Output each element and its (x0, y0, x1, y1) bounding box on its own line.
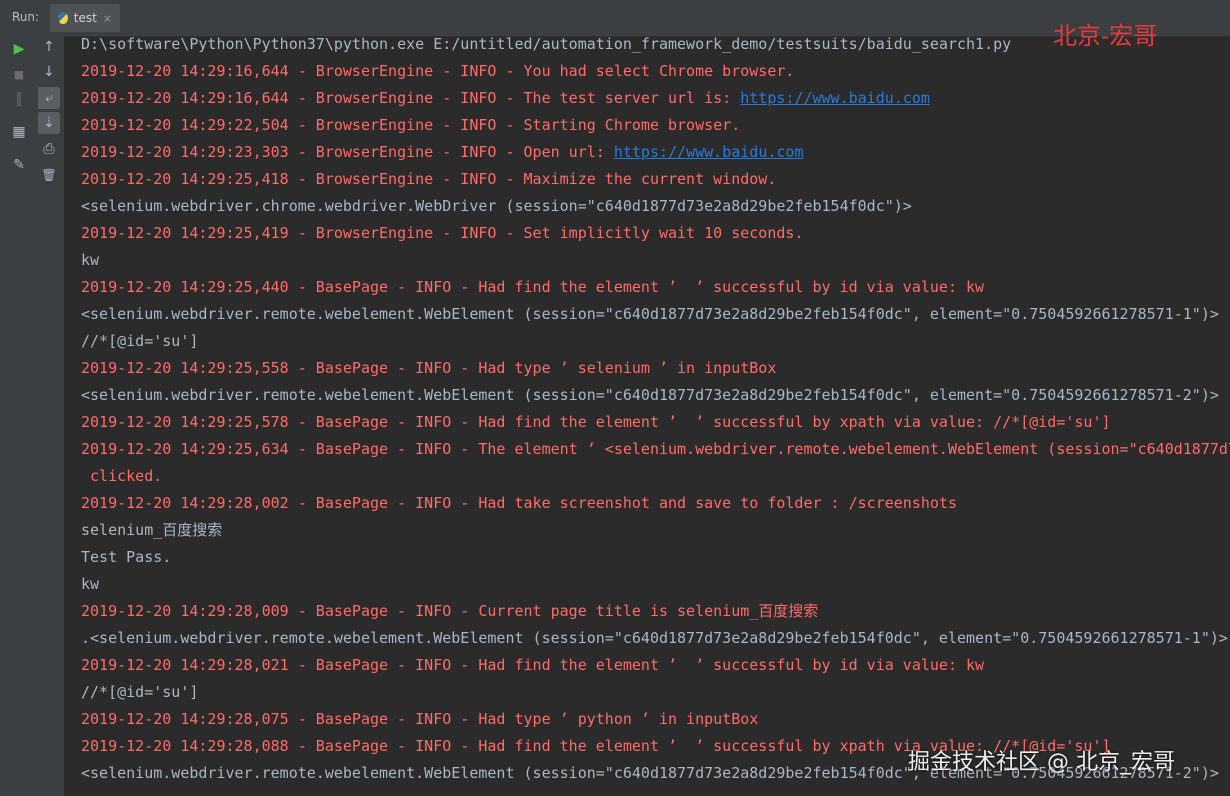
console-line: kw (81, 247, 99, 274)
console-line: kw (81, 571, 99, 598)
console-line: 2019-12-20 14:29:16,644 - BrowserEngine … (81, 58, 794, 85)
console-line-text: clicked. (81, 467, 163, 485)
console-line-text: 2019-12-20 14:29:25,634 - BasePage - INF… (81, 440, 1230, 458)
console-line: 2019-12-20 14:29:25,578 - BasePage - INF… (81, 409, 1111, 436)
console-output[interactable]: D:\software\Python\Python37\python.exe E… (64, 36, 1230, 796)
console-line-text: kw (81, 251, 100, 269)
console-line: //*[@id='su'] (81, 328, 198, 355)
console-line: //*[@id='su'] (81, 679, 198, 706)
console-line: clicked. (81, 463, 162, 490)
console-line-text: 2019-12-20 14:29:28,009 - BasePage - INF… (81, 602, 819, 620)
layout-icon[interactable]: ▦ (8, 121, 30, 143)
scroll-to-end-icon[interactable]: ⇣ (38, 112, 60, 134)
console-line: 2019-12-20 14:29:25,418 - BrowserEngine … (81, 166, 776, 193)
console-line: 2019-12-20 14:29:16,644 - BrowserEngine … (81, 85, 930, 112)
console-url-link[interactable]: https://www.baidu.com (614, 143, 804, 161)
trash-icon[interactable]: 🗑 (38, 164, 60, 186)
rerun-icon[interactable]: ▶ (8, 38, 30, 60)
console-url-link[interactable]: https://www.baidu.com (740, 89, 930, 107)
tab-test-label: test (73, 11, 97, 25)
down-arrow-icon[interactable]: ↓ (38, 61, 60, 83)
console-line: 2019-12-20 14:29:23,303 - BrowserEngine … (81, 139, 803, 166)
close-icon[interactable]: × (103, 12, 112, 25)
console-line: <selenium.webdriver.remote.webelement.We… (81, 301, 1219, 328)
console-line-text: <selenium.webdriver.remote.webelement.We… (81, 386, 1219, 404)
run-toolbar-primary: ▶ ■ ‖ ▦ ✎ (0, 36, 37, 796)
console-line-text: 2019-12-20 14:29:25,419 - BrowserEngine … (81, 224, 804, 242)
console-line-text: //*[@id='su'] (81, 332, 199, 350)
watermark-bottom: 掘金技术社区 @ 北京_宏哥 (908, 750, 1175, 775)
pin-icon[interactable]: ✎ (8, 154, 30, 176)
console-line: 2019-12-20 14:29:25,558 - BasePage - INF… (81, 355, 776, 382)
console-line-text: <selenium.webdriver.chrome.webdriver.Web… (81, 197, 912, 215)
console-line: selenium_百度搜索 (81, 517, 222, 544)
console-line: 2019-12-20 14:29:22,504 - BrowserEngine … (81, 112, 740, 139)
console-line-text: 2019-12-20 14:29:28,021 - BasePage - INF… (81, 656, 985, 674)
console-line: 2019-12-20 14:29:25,634 - BasePage - INF… (81, 436, 1230, 463)
console-line-text: 2019-12-20 14:29:16,644 - BrowserEngine … (81, 62, 795, 80)
console-line-text: 2019-12-20 14:29:25,558 - BasePage - INF… (81, 359, 777, 377)
console-line-text: 2019-12-20 14:29:25,418 - BrowserEngine … (81, 170, 777, 188)
console-line-text: //*[@id='su'] (81, 683, 199, 701)
console-line-text: <selenium.webdriver.remote.webelement.We… (81, 305, 1219, 323)
console-line-text: 2019-12-20 14:29:25,440 - BasePage - INF… (81, 278, 985, 296)
console-line-text: 2019-12-20 14:29:28,002 - BasePage - INF… (81, 494, 957, 512)
console-line: 2019-12-20 14:29:28,075 - BasePage - INF… (81, 706, 758, 733)
watermark-top: 北京-宏哥 (1053, 22, 1158, 50)
console-line-text: kw (81, 575, 100, 593)
console-line: 2019-12-20 14:29:28,021 - BasePage - INF… (81, 652, 984, 679)
console-line-text: Test Pass. (81, 548, 172, 566)
soft-wrap-icon[interactable]: ⤶ (38, 87, 60, 109)
stop-icon[interactable]: ■ (8, 63, 30, 85)
console-line: 2019-12-20 14:29:25,419 - BrowserEngine … (81, 220, 803, 247)
console-line-text: 2019-12-20 14:29:28,075 - BasePage - INF… (81, 710, 759, 728)
console-line-text: D:\software\Python\Python37\python.exe E… (81, 36, 1012, 53)
run-toolbar-secondary: ↑ ↓ ⤶ ⇣ ⎙ 🗑 (36, 36, 65, 796)
console-line: D:\software\Python\Python37\python.exe E… (81, 36, 1011, 58)
console-line-text: 2019-12-20 14:29:16,644 - BrowserEngine … (81, 89, 741, 107)
run-label: Run: (12, 10, 40, 24)
run-tab-bar: Run: test × (0, 0, 1230, 37)
console-line: 2019-12-20 14:29:28,009 - BasePage - INF… (81, 598, 818, 625)
up-arrow-icon[interactable]: ↑ (38, 36, 60, 58)
tab-test[interactable]: test × (50, 4, 120, 32)
console-line: 2019-12-20 14:29:28,002 - BasePage - INF… (81, 490, 957, 517)
pause-icon[interactable]: ‖ (8, 88, 30, 110)
console-line: <selenium.webdriver.remote.webelement.We… (81, 382, 1219, 409)
python-file-icon (58, 12, 68, 24)
console-line-text: .<selenium.webdriver.remote.webelement.W… (81, 629, 1228, 647)
console-line-text: 2019-12-20 14:29:23,303 - BrowserEngine … (81, 143, 614, 161)
console-line: <selenium.webdriver.chrome.webdriver.Web… (81, 193, 912, 220)
console-line: 2019-12-20 14:29:25,440 - BasePage - INF… (81, 274, 984, 301)
console-line: Test Pass. (81, 544, 171, 571)
print-icon[interactable]: ⎙ (38, 138, 60, 160)
console-line-text: 2019-12-20 14:29:25,578 - BasePage - INF… (81, 413, 1111, 431)
console-line-text: selenium_百度搜索 (81, 521, 223, 539)
console-line: .<selenium.webdriver.remote.webelement.W… (81, 625, 1228, 652)
console-line-text: 2019-12-20 14:29:22,504 - BrowserEngine … (81, 116, 741, 134)
